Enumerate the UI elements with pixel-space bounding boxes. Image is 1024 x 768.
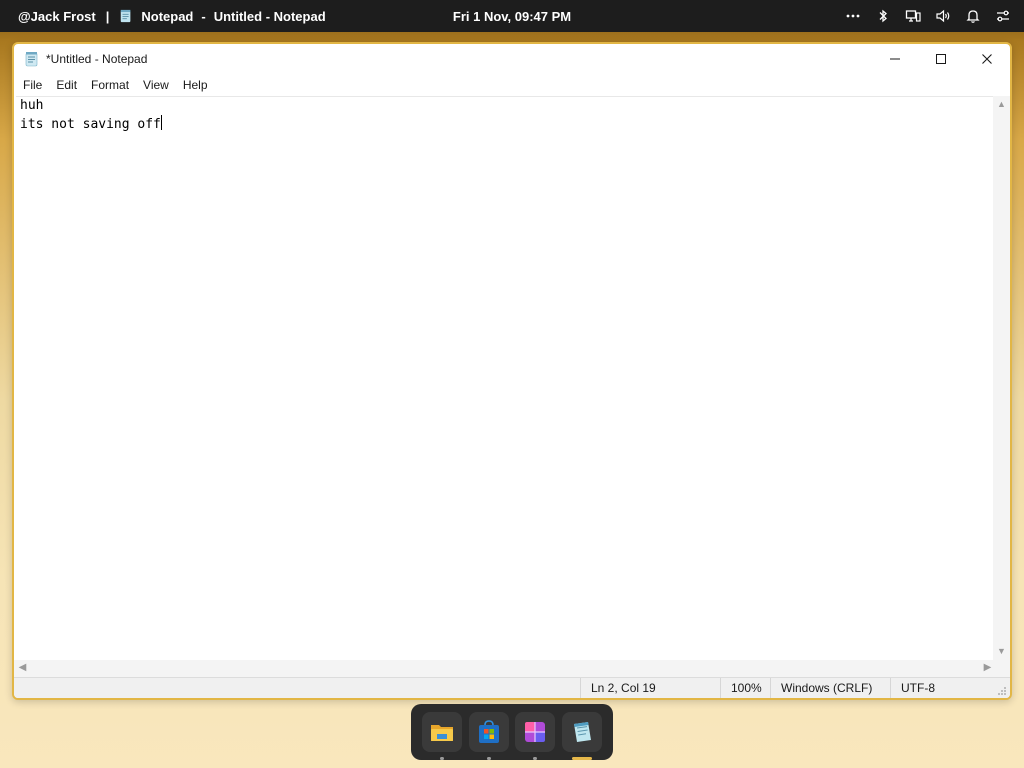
volume-icon[interactable]: [934, 7, 952, 25]
status-bar: Ln 2, Col 19 100% Windows (CRLF) UTF-8: [14, 677, 1010, 698]
text-line: its not saving off: [20, 117, 161, 132]
maximize-button[interactable]: [918, 44, 964, 74]
user-name[interactable]: @Jack Frost: [18, 9, 96, 24]
status-encoding: UTF-8: [890, 678, 990, 698]
text-editor[interactable]: huh its not saving off: [16, 96, 996, 660]
notepad-icon: [121, 9, 131, 23]
dock: [411, 704, 613, 760]
photos-app-icon: [525, 722, 546, 742]
status-zoom: 100%: [720, 678, 770, 698]
menu-file[interactable]: File: [16, 76, 49, 94]
active-window-title: Untitled - Notepad: [213, 8, 326, 24]
bell-icon[interactable]: [964, 7, 982, 25]
notepad-button[interactable]: [562, 712, 603, 760]
clock[interactable]: Fri 1 Nov, 09:47 PM: [453, 9, 571, 24]
top-bar: Fri 1 Nov, 09:47 PM @Jack Frost | Notepa…: [0, 0, 1024, 32]
photos-app-button[interactable]: [515, 712, 556, 760]
horizontal-scrollbar[interactable]: ◀ ▶: [14, 660, 996, 677]
close-button[interactable]: [964, 44, 1010, 74]
scrollbar-corner: [993, 660, 1010, 677]
scroll-left-icon[interactable]: ◀: [18, 663, 27, 673]
dock-indicator-active: [572, 757, 593, 760]
scroll-down-icon[interactable]: ▼: [997, 647, 1006, 656]
close-icon: [982, 54, 992, 64]
menu-edit[interactable]: Edit: [49, 76, 84, 94]
more-icon[interactable]: [844, 7, 862, 25]
vertical-scrollbar[interactable]: ▲ ▼: [993, 96, 1010, 660]
file-explorer-icon: [430, 725, 453, 741]
notepad-icon: [25, 52, 38, 67]
resize-grip-icon[interactable]: [997, 686, 1007, 696]
minimize-button[interactable]: [872, 44, 918, 74]
notepad-window: *Untitled - Notepad File Edit Format Vie…: [12, 42, 1012, 700]
bluetooth-icon[interactable]: [874, 7, 892, 25]
text-line-current: its not saving off: [20, 115, 992, 133]
text-caret: [160, 115, 162, 130]
topbar-dash: -: [201, 8, 206, 24]
text-line: huh: [20, 98, 44, 113]
dock-indicator: [439, 757, 444, 760]
scroll-right-icon[interactable]: ▶: [983, 663, 992, 673]
microsoft-store-icon: [478, 720, 499, 743]
active-app-name: Notepad: [141, 8, 194, 24]
notepad-icon: [574, 722, 592, 742]
display-icon[interactable]: [904, 7, 922, 25]
menu-view[interactable]: View: [136, 76, 176, 94]
file-explorer-button[interactable]: [421, 712, 462, 760]
menu-help[interactable]: Help: [176, 76, 215, 94]
status-cursor-position: Ln 2, Col 19: [580, 678, 720, 698]
settings-sliders-icon[interactable]: [994, 7, 1012, 25]
menu-bar: File Edit Format View Help: [14, 74, 1010, 96]
dock-indicator: [486, 757, 491, 760]
topbar-separator: |: [105, 8, 110, 24]
scroll-up-icon[interactable]: ▲: [997, 100, 1006, 109]
status-line-ending: Windows (CRLF): [770, 678, 890, 698]
microsoft-store-button[interactable]: [468, 712, 509, 760]
dock-indicator: [533, 757, 538, 760]
maximize-icon: [936, 54, 946, 64]
minimize-icon: [890, 58, 900, 60]
window-title: *Untitled - Notepad: [46, 52, 148, 66]
title-bar[interactable]: *Untitled - Notepad: [14, 44, 1010, 74]
menu-format[interactable]: Format: [84, 76, 136, 94]
